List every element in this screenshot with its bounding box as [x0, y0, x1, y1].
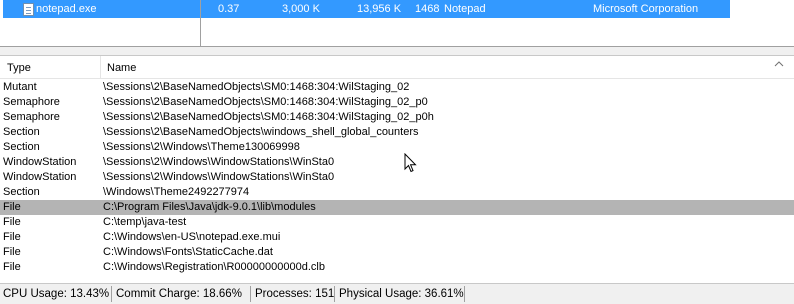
handle-type: Section [3, 126, 40, 138]
process-description: Notepad [444, 3, 486, 15]
pane-column-divider [200, 0, 201, 46]
handle-row[interactable]: Mutant \Sessions\2\BaseNamedObjects\SM0:1… [0, 80, 794, 95]
handle-type: WindowStation [3, 156, 77, 168]
process-row-selected[interactable]: notepad.exe 0.37 3,000 K 13,956 K 1468 N… [3, 0, 730, 18]
status-processes: Processes: 151 [255, 288, 335, 300]
mouse-cursor-icon [404, 153, 417, 173]
handle-name: C:\Windows\Registration\R00000000000d.cl… [103, 261, 325, 273]
process-working-set: 13,956 K [357, 3, 402, 15]
status-cpu-usage: CPU Usage: 13.43% [3, 288, 110, 300]
process-pid: 1468 [415, 3, 440, 15]
status-commit-charge: Commit Charge: 18.66% [116, 288, 242, 300]
chevron-up-icon [774, 61, 784, 67]
process-cpu: 0.37 [218, 3, 240, 15]
process-name: notepad.exe [36, 3, 97, 15]
handle-type: File [3, 216, 21, 228]
handle-row[interactable]: File C:\Windows\Registration\R00000000000… [0, 260, 794, 275]
pane-splitter[interactable] [0, 46, 794, 56]
column-header-name[interactable]: Name [107, 62, 136, 74]
handle-type: Mutant [3, 81, 37, 93]
process-explorer-window: notepad.exe 0.37 3,000 K 13,956 K 1468 N… [0, 0, 794, 304]
handle-column-headers: Type Name [0, 56, 794, 79]
status-physical-usage: Physical Usage: 36.61% [339, 288, 464, 300]
handle-type: File [3, 231, 21, 243]
handle-row[interactable]: Semaphore \Sessions\2\BaseNamedObjects\SM… [0, 110, 794, 125]
status-divider [111, 286, 112, 302]
handle-list-pane: Type Name Mutant \Sessions\2\BaseNamedObj… [0, 56, 794, 283]
handle-row[interactable]: Semaphore \Sessions\2\BaseNamedObjects\SM… [0, 95, 794, 110]
handle-type: WindowStation [3, 171, 77, 183]
handle-name: \Sessions\2\BaseNamedObjects\SM0:1468:30… [103, 111, 434, 123]
handle-name: \Sessions\2\BaseNamedObjects\windows_she… [103, 126, 419, 138]
handle-name: C:\Program Files\Java\jdk-9.0.1\lib\modu… [103, 201, 316, 213]
handle-name: \Sessions\2\Windows\Theme130069998 [103, 141, 300, 153]
handle-row[interactable]: Section \Windows\Theme2492277974 [0, 185, 794, 200]
handle-name: \Windows\Theme2492277974 [103, 186, 250, 198]
handle-type: File [3, 246, 21, 258]
handle-name: \Sessions\2\BaseNamedObjects\SM0:1468:30… [103, 81, 410, 93]
handle-name: \Sessions\2\BaseNamedObjects\SM0:1468:30… [103, 96, 428, 108]
notepad-icon [23, 3, 34, 16]
handle-type: Section [3, 141, 40, 153]
handle-row[interactable]: File C:\Windows\en-US\notepad.exe.mui [0, 230, 794, 245]
status-divider [464, 286, 465, 302]
handle-name: \Sessions\2\Windows\WindowStations\WinSt… [103, 156, 335, 168]
handle-rows: Mutant \Sessions\2\BaseNamedObjects\SM0:1… [0, 80, 794, 275]
process-private-bytes: 3,000 K [282, 3, 320, 15]
column-divider[interactable] [100, 56, 101, 78]
status-divider [250, 286, 251, 302]
handle-row[interactable]: File C:\temp\java-test [0, 215, 794, 230]
handle-type: File [3, 261, 21, 273]
column-header-type[interactable]: Type [7, 62, 31, 74]
handle-row[interactable]: Section \Sessions\2\BaseNamedObjects\wind… [0, 125, 794, 140]
handle-row[interactable]: WindowStation \Sessions\2\Windows\WindowS… [0, 170, 794, 185]
handle-row[interactable]: File C:\Windows\Fonts\StaticCache.dat [0, 245, 794, 260]
handle-name: C:\Windows\en-US\notepad.exe.mui [103, 231, 281, 243]
process-list-pane: notepad.exe 0.37 3,000 K 13,956 K 1468 N… [0, 0, 794, 46]
handle-row[interactable]: File C:\Program Files\Java\jdk-9.0.1\lib\… [0, 200, 794, 215]
status-bar: CPU Usage: 13.43% Commit Charge: 18.66% … [0, 283, 794, 304]
handle-row[interactable]: Section \Sessions\2\Windows\Theme13006999… [0, 140, 794, 155]
process-company: Microsoft Corporation [593, 3, 699, 15]
handle-row[interactable]: WindowStation \Sessions\2\Windows\WindowS… [0, 155, 794, 170]
handle-type: Semaphore [3, 111, 60, 123]
handle-type: Semaphore [3, 96, 60, 108]
status-divider [334, 286, 335, 302]
handle-name: C:\temp\java-test [103, 216, 187, 228]
handle-type: File [3, 201, 21, 213]
handle-name: \Sessions\2\Windows\WindowStations\WinSt… [103, 171, 335, 183]
handle-name: C:\Windows\Fonts\StaticCache.dat [103, 246, 273, 258]
handle-type: Section [3, 186, 40, 198]
